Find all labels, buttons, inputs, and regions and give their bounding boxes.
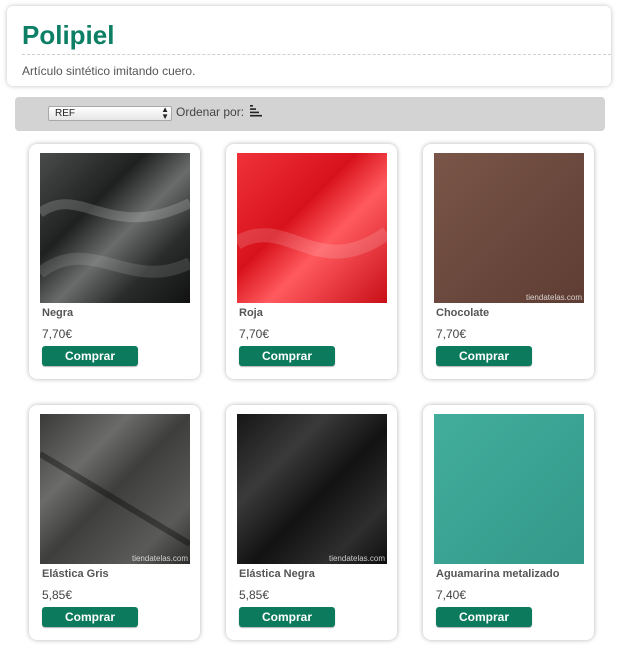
product-image[interactable]: tiendatelas.com (237, 414, 387, 564)
product-name[interactable]: Chocolate (436, 307, 489, 319)
product-price: 7,70€ (436, 327, 467, 341)
product-name[interactable]: Elástica Gris (42, 568, 109, 580)
product-card: tiendatelas.com Elástica Gris 5,85€ Comp… (29, 405, 200, 640)
product-name[interactable]: Aguamarina metalizado (436, 568, 559, 580)
category-header: Polipiel Artículo sintético imitando cue… (7, 6, 611, 86)
category-description: Artículo sintético imitando cuero. (22, 64, 196, 78)
buy-button[interactable]: Comprar (42, 607, 138, 627)
product-image[interactable] (237, 153, 387, 303)
product-card: Aguamarina metalizado 7,40€ Comprar (423, 405, 594, 640)
product-price: 5,85€ (239, 588, 270, 602)
product-price: 7,70€ (239, 327, 270, 341)
product-name[interactable]: Negra (42, 307, 73, 319)
product-card: tiendatelas.com Chocolate 7,70€ Comprar (423, 144, 594, 379)
sort-descending-icon[interactable] (250, 105, 264, 117)
image-watermark: tiendatelas.com (131, 554, 188, 563)
sort-select-value: REF (55, 108, 75, 119)
product-name[interactable]: Roja (239, 307, 263, 319)
image-watermark: tiendatelas.com (525, 293, 582, 302)
product-card: Negra 7,70€ Comprar (29, 144, 200, 379)
page-title: Polipiel (22, 20, 115, 50)
sort-select[interactable]: REF ▲ ▼ (48, 106, 172, 121)
product-price: 7,40€ (436, 588, 467, 602)
buy-button[interactable]: Comprar (436, 607, 532, 627)
buy-button[interactable]: Comprar (239, 607, 335, 627)
product-image[interactable]: tiendatelas.com (40, 414, 190, 564)
product-image[interactable]: tiendatelas.com (434, 153, 584, 303)
header-divider (22, 54, 611, 55)
buy-button[interactable]: Comprar (42, 346, 138, 366)
product-name[interactable]: Elástica Negra (239, 568, 315, 580)
image-watermark: tiendatelas.com (328, 554, 385, 563)
product-price: 7,70€ (42, 327, 73, 341)
select-arrows-icon: ▲ ▼ (161, 105, 169, 121)
product-price: 5,85€ (42, 588, 73, 602)
buy-button[interactable]: Comprar (436, 346, 532, 366)
product-card: tiendatelas.com Elástica Negra 5,85€ Com… (226, 405, 397, 640)
product-image[interactable] (434, 414, 584, 564)
sort-toolbar: REF ▲ ▼ Ordenar por: (15, 97, 605, 131)
product-image[interactable] (40, 153, 190, 303)
sort-label: Ordenar por: (176, 105, 245, 119)
buy-button[interactable]: Comprar (239, 346, 335, 366)
product-card: Roja 7,70€ Comprar (226, 144, 397, 379)
